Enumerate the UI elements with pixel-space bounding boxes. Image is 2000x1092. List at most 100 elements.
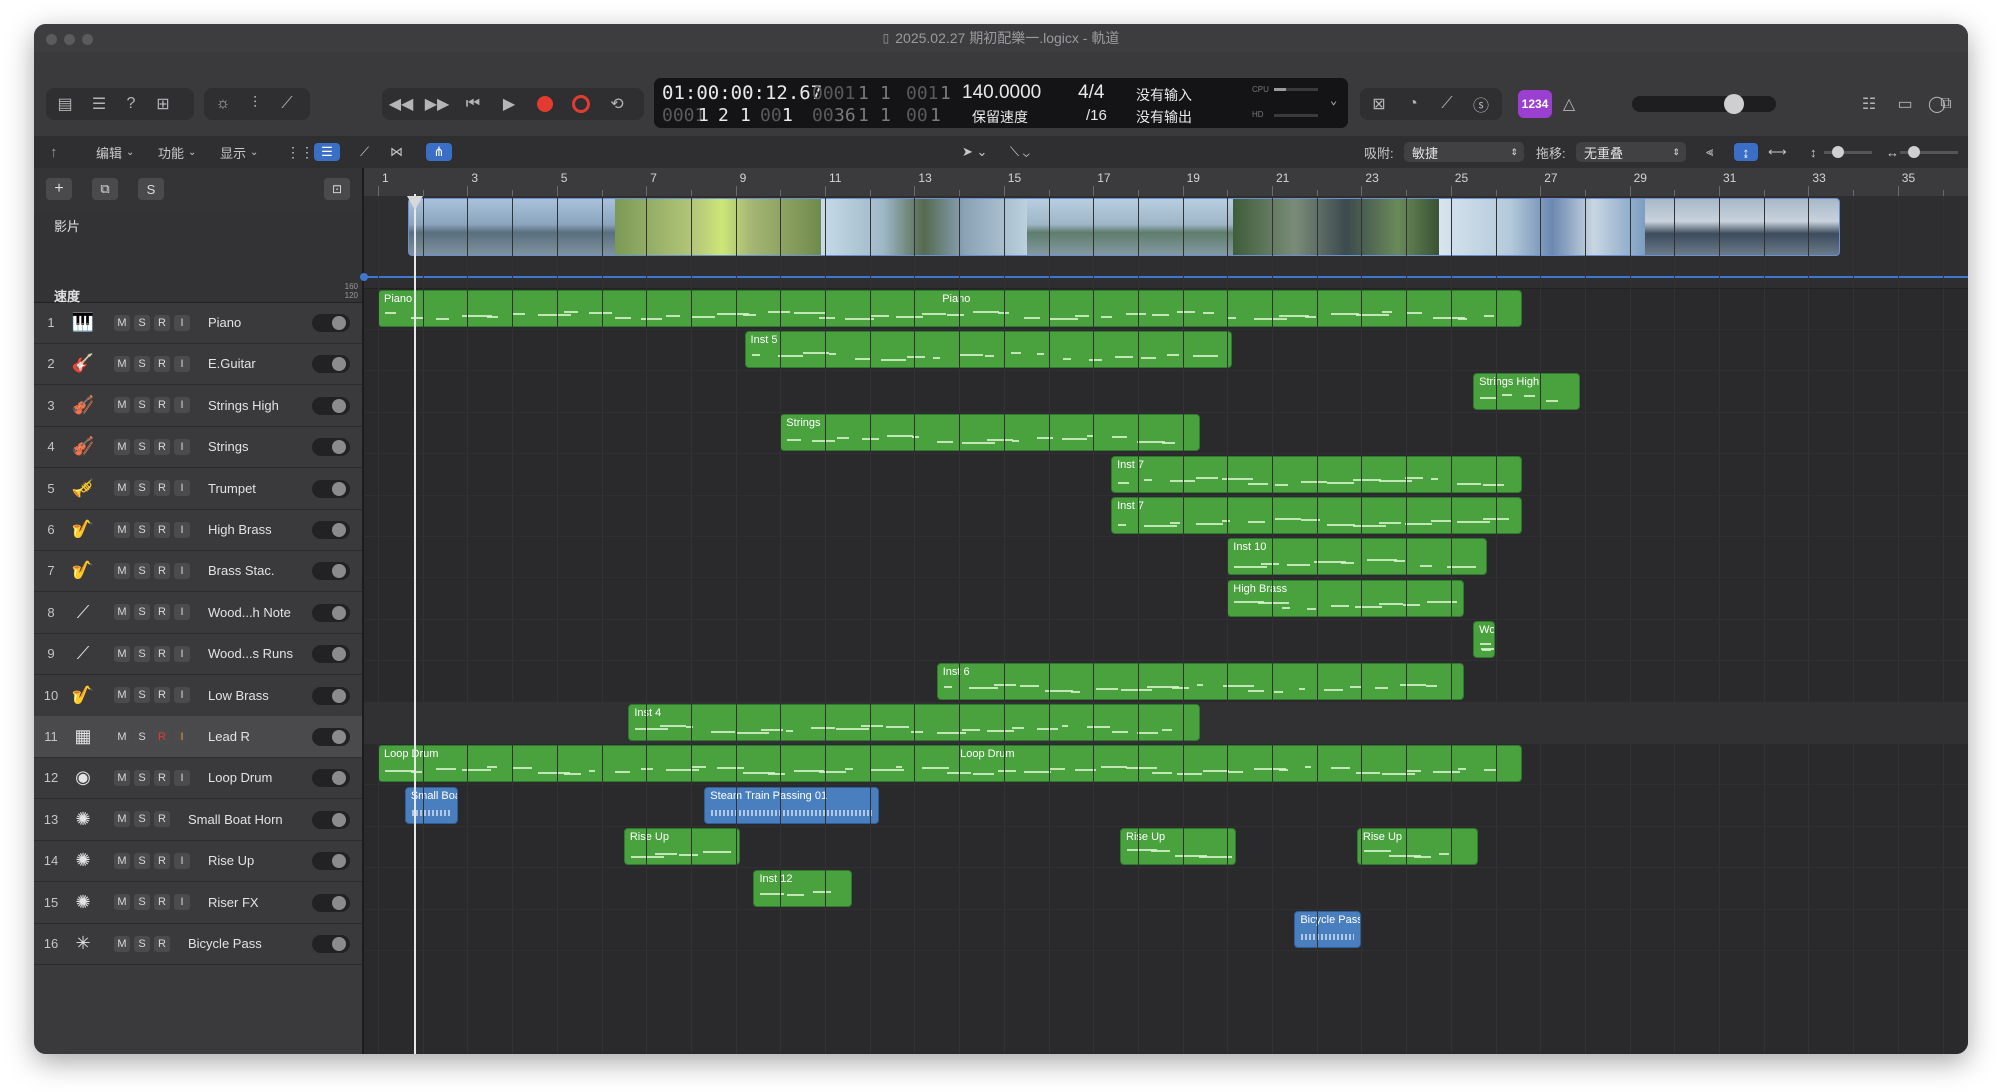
track-name[interactable]: Riser FX [208, 895, 320, 910]
mute-button[interactable]: M [114, 355, 130, 372]
track-header-11[interactable]: 11 ▦ M S R I Lead R [34, 716, 362, 758]
global-tracks-icon[interactable]: ⊡ [324, 178, 350, 200]
record-enable-button[interactable]: R [154, 604, 170, 621]
list-editors-icon[interactable]: ☷ [1854, 89, 1884, 119]
track-name[interactable]: Small Boat Horn [188, 812, 300, 827]
zoom-button[interactable] [82, 34, 93, 45]
track-header-9[interactable]: 9 ⟋ M S R I Wood...s Runs [34, 633, 362, 676]
track-view-icon[interactable]: ☰ [314, 143, 340, 161]
pencil-tool-icon[interactable]: ⟍ ⌄ [1010, 143, 1030, 161]
record-enable-button[interactable]: R [154, 687, 170, 704]
mute-button[interactable]: M [114, 769, 130, 786]
track-lane-16[interactable] [364, 909, 1968, 951]
smart-controls-icon[interactable]: ☼ [208, 89, 238, 119]
editors-icon[interactable]: ⟋ [272, 89, 302, 119]
record-enable-button[interactable]: R [154, 769, 170, 786]
cycle-icon[interactable]: ⟲ [602, 89, 632, 119]
region-inst-12[interactable]: Inst 12 [753, 869, 852, 907]
solo-button[interactable]: S [134, 314, 150, 331]
automation-icon[interactable]: ⟋ [360, 143, 369, 161]
track-name[interactable]: Lead R [208, 729, 320, 744]
pointer-tool-icon[interactable]: ➤ ⌄ [962, 143, 987, 161]
metronome-triangle-icon[interactable]: △ [1554, 89, 1584, 119]
bar-ruler[interactable]: 1 3 5 7 9 11 13 15 17 19 21 23 25 27 29 31 33 35 [364, 168, 1968, 197]
solo-button[interactable]: S [134, 935, 150, 952]
input-monitor-button[interactable]: I [174, 397, 190, 414]
track-on-off-toggle[interactable] [312, 686, 350, 705]
record-enable-button[interactable]: R [154, 314, 170, 331]
horizontal-zoom-icon[interactable]: ⟷ [1768, 143, 1787, 161]
track-name[interactable]: Strings [208, 439, 320, 454]
solo-button[interactable]: S [134, 728, 150, 745]
solo-button[interactable]: S [134, 645, 150, 662]
inspector-icon[interactable]: ☰ [84, 89, 114, 119]
region-inst-5[interactable]: Inst 5 [744, 331, 1232, 369]
function-menu[interactable]: 功能 ⌄ [158, 143, 196, 161]
solo-button[interactable]: S [134, 438, 150, 455]
track-on-off-toggle[interactable] [312, 810, 350, 829]
track-on-off-toggle[interactable] [312, 935, 350, 953]
track-on-off-toggle[interactable] [312, 852, 350, 871]
mute-button[interactable]: M [114, 397, 130, 414]
waveform-zoom-icon[interactable]: ⫷ [1706, 143, 1713, 161]
global-solo-button[interactable]: S [138, 178, 164, 200]
track-header-10[interactable]: 10 🎷 M S R I Low Brass [34, 675, 362, 717]
count-in-key-badge[interactable]: 1234 [1518, 90, 1552, 118]
track-name[interactable]: Piano [208, 315, 320, 330]
record-enable-button[interactable]: R [154, 645, 170, 662]
record-enable-button[interactable]: R [154, 935, 170, 952]
track-name[interactable]: Wood...s Runs [208, 646, 320, 661]
tempo-value[interactable]: 140.0000 [962, 82, 1041, 104]
capture-record-icon[interactable] [566, 89, 596, 119]
track-header-3[interactable]: 3 🎻 M S R I Strings High [34, 385, 362, 427]
track-header-6[interactable]: 6 🎷 M S R I High Brass [34, 509, 362, 551]
track-header-8[interactable]: 8 ⟋ M S R I Wood...h Note [34, 592, 362, 634]
catch-icon[interactable]: ⋔ [426, 143, 452, 161]
track-name[interactable]: E.Guitar [208, 356, 320, 371]
mute-button[interactable]: M [114, 687, 130, 704]
mute-button[interactable]: M [114, 438, 130, 455]
toolbar-icon[interactable]: ⊞ [148, 89, 178, 119]
mute-button[interactable]: M [114, 314, 130, 331]
input-monitor-button[interactable]: I [174, 480, 190, 497]
record-enable-button[interactable]: R [154, 852, 170, 869]
region-wood[interactable]: Wood [1473, 621, 1496, 659]
division-value[interactable]: /16 [1086, 107, 1107, 124]
track-name[interactable]: Trumpet [208, 481, 320, 496]
solo-button[interactable]: S [134, 480, 150, 497]
time-signature[interactable]: 4/4 [1078, 82, 1104, 104]
grid-view-icon[interactable]: ⋮⋮ [286, 143, 314, 161]
record-enable-button[interactable]: R [154, 811, 170, 828]
movie-thumbnails[interactable] [408, 198, 1840, 256]
help-icon[interactable]: ? [116, 89, 146, 119]
mute-button[interactable]: M [114, 562, 130, 579]
volume-knob[interactable] [1724, 94, 1744, 114]
track-lane-7[interactable] [364, 536, 1968, 579]
record-icon[interactable] [530, 89, 560, 119]
replace-icon[interactable]: ⊠ [1364, 89, 1394, 119]
track-header-5[interactable]: 5 🎺 M S R I Trumpet [34, 468, 362, 510]
lcd-display[interactable]: 01:00:00:12.67 0001 1 1 001 1 0001 1 2 1… [654, 78, 1348, 128]
go-to-start-icon[interactable]: ⏮ [458, 89, 488, 119]
track-header-4[interactable]: 4 🎻 M S R I Strings [34, 426, 362, 469]
track-header-2[interactable]: 2 🎸 M S R I E.Guitar [34, 343, 362, 386]
track-header-12[interactable]: 12 ◉ M S R I Loop Drum [34, 757, 362, 800]
region-strings-high[interactable]: Strings High [1473, 372, 1581, 410]
region-inst-10[interactable]: Inst 10 [1227, 538, 1487, 576]
record-enable-button[interactable]: R [154, 894, 170, 911]
track-on-off-toggle[interactable] [312, 314, 350, 332]
track-on-off-toggle[interactable] [312, 396, 350, 415]
view-menu[interactable]: 显示 ⌄ [220, 143, 258, 161]
fast-forward-icon[interactable]: ▶▶ [422, 89, 452, 119]
track-on-off-toggle[interactable] [312, 479, 350, 498]
solo-button[interactable]: S [134, 604, 150, 621]
region-bicycle-pass[interactable]: Bicycle Pass [1294, 911, 1362, 948]
metronome-icon[interactable]: ⟋ [1432, 89, 1462, 119]
input-monitor-button[interactable]: I [174, 728, 190, 745]
input-monitor-button[interactable]: I [174, 604, 190, 621]
record-enable-button[interactable]: R [154, 728, 170, 745]
mute-button[interactable]: M [114, 645, 130, 662]
region-high-brass[interactable]: High Brass [1227, 579, 1465, 617]
input-monitor-button[interactable]: I [174, 521, 190, 538]
track-on-off-toggle[interactable] [312, 521, 350, 539]
